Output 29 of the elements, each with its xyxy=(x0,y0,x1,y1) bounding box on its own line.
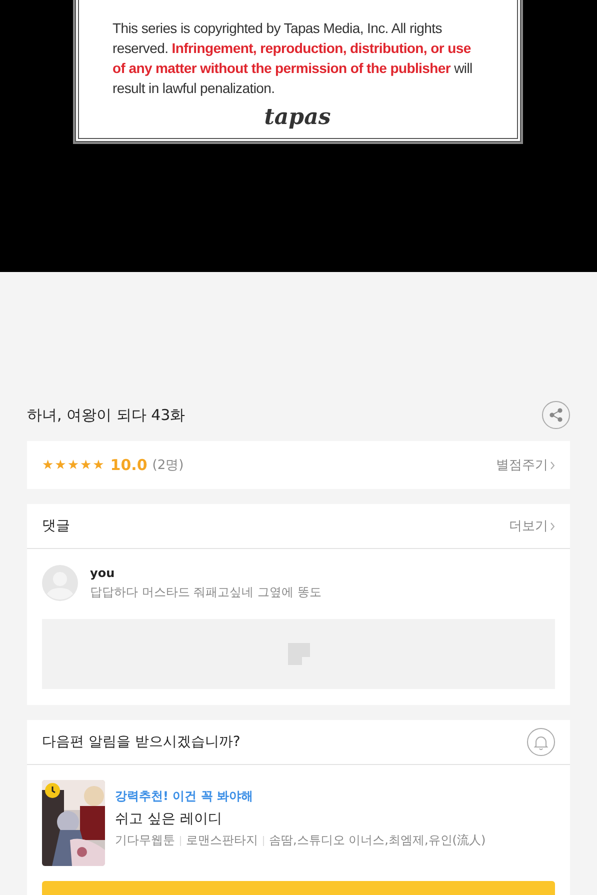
chevron-icon xyxy=(550,460,555,470)
recommendation-meta: 기다무웹툰 xyxy=(115,832,175,849)
recommendation-meta: 솜땀,스튜디오 이너스,최엠제,유인(流人) xyxy=(269,832,486,849)
rating-count: (2명) xyxy=(152,457,184,474)
star-icon: ★ xyxy=(54,458,66,472)
copyright-text: This series is copyrighted by Tapas Media, Inc. All rights reserved. Infringement, reproduction, distribution, or use of any matter without the permission of the publisher will result in lawful penalization. xyxy=(112,19,474,98)
rating-score: 10.0 xyxy=(110,456,148,474)
star-icon: ★ xyxy=(42,458,54,472)
comment-text: 답답하다 머스타드 줘패고싶네 그옆에 똥도 xyxy=(90,584,322,601)
comments-title: 댓글 xyxy=(42,517,70,535)
recommendation-meta: 로맨스판타지 xyxy=(186,832,258,849)
logo: tapas xyxy=(264,104,331,130)
episode-title: 하녀, 여왕이 되다 43화 xyxy=(27,406,186,424)
chevron-icon xyxy=(550,522,555,530)
avatar-icon xyxy=(42,565,78,601)
share-button[interactable] xyxy=(542,401,570,429)
star-icon: ★ xyxy=(67,458,79,472)
bell-icon xyxy=(534,734,548,750)
rate-link[interactable]: 별점주기 xyxy=(496,456,555,474)
recommendation-tagline: 강력추천! 이건 꼭 봐야해 xyxy=(115,788,254,805)
notification-question: 다음편 알림을 받으시겠습니까? xyxy=(42,733,240,751)
star-icon: ★ xyxy=(80,458,92,472)
comment-author: you xyxy=(90,566,116,580)
more-link[interactable]: 더보기 xyxy=(509,517,555,535)
clock-icon xyxy=(45,783,60,798)
star-icon: ★ xyxy=(92,458,104,472)
bell-button[interactable] xyxy=(527,728,555,756)
recommendation-title[interactable]: 쉬고 싶은 레이디 xyxy=(115,810,486,828)
share-icon xyxy=(549,408,563,422)
